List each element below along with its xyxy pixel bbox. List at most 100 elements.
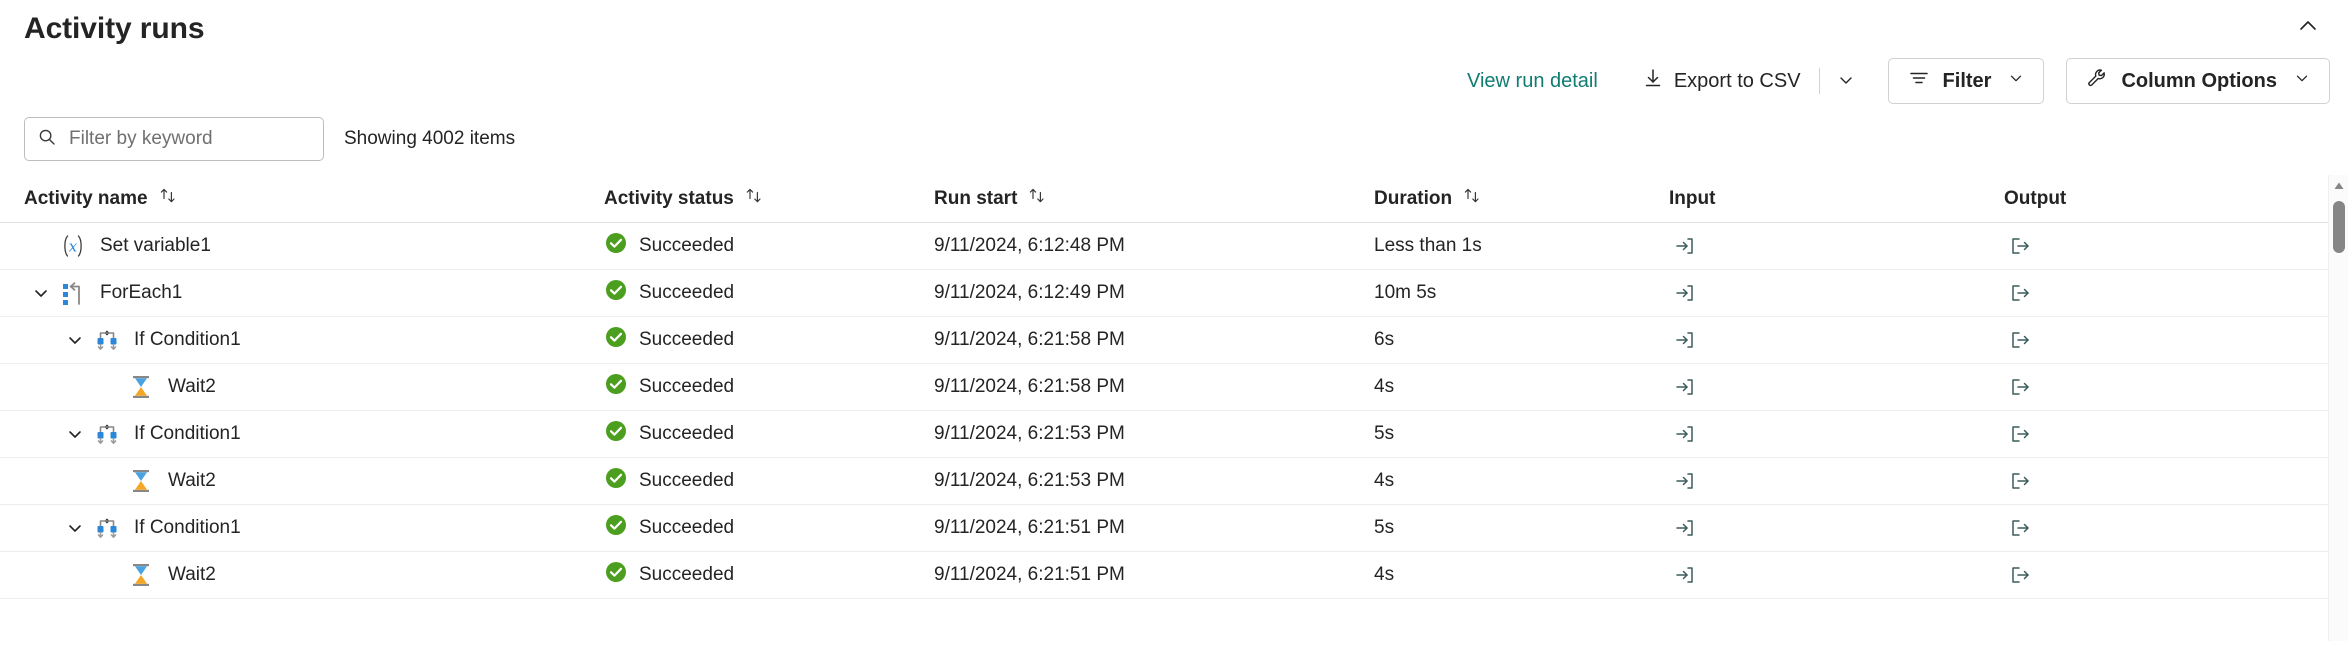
cell-activity-name[interactable]: Wait2	[24, 370, 604, 404]
output-arrow-icon[interactable]	[2004, 230, 2036, 262]
cell-activity-name[interactable]: If Condition1	[24, 417, 604, 451]
output-arrow-icon[interactable]	[2004, 512, 2036, 544]
cell-activity-status: Succeeded	[604, 466, 934, 496]
cell-duration: Less than 1s	[1374, 235, 1669, 257]
input-arrow-icon[interactable]	[1669, 230, 1701, 262]
activity-name-label[interactable]: If Condition1	[134, 329, 241, 351]
view-run-detail-button[interactable]: View run detail	[1457, 64, 1608, 99]
filter-button[interactable]: Filter	[1888, 58, 2045, 104]
table-row[interactable]: ForEach1 Succeeded 9/11/2024, 6:12:49 PM 10…	[0, 270, 2348, 317]
svg-text:x: x	[69, 238, 78, 256]
status-label: Succeeded	[639, 564, 734, 586]
table-row[interactable]: If Condition1 Succeeded9/11/2024, 6:21:58…	[0, 317, 2348, 364]
cell-activity-name[interactable]: If Condition1	[24, 511, 604, 545]
cell-output	[2004, 371, 2304, 403]
cell-activity-name[interactable]: If Condition1	[24, 323, 604, 357]
duration-value: 6s	[1374, 329, 1394, 351]
duration-value: Less than 1s	[1374, 235, 1482, 257]
table-row[interactable]: xSet variable1Succeeded9/11/2024, 6:12:4…	[0, 223, 2348, 270]
cell-duration: 6s	[1374, 329, 1669, 351]
input-arrow-icon[interactable]	[1669, 418, 1701, 450]
input-arrow-icon[interactable]	[1669, 277, 1701, 309]
activity-name-label[interactable]: Wait2	[168, 564, 216, 586]
activity-name-label[interactable]: If Condition1	[134, 423, 241, 445]
status-succeeded-icon	[604, 419, 628, 449]
table-row[interactable]: If Condition1 Succeeded 9/11/2024, 6:21:53…	[0, 411, 2348, 458]
column-header-label: Activity name	[24, 188, 148, 210]
column-header-duration[interactable]: Duration	[1374, 186, 1669, 212]
activity-name-label[interactable]: Wait2	[168, 470, 216, 492]
cell-duration: 4s	[1374, 376, 1669, 398]
scrollbar-thumb[interactable]	[2333, 201, 2345, 253]
export-to-csv-button[interactable]: Export to CSV	[1630, 59, 1813, 103]
sort-icon[interactable]	[744, 186, 764, 212]
activity-name-label[interactable]: Wait2	[168, 376, 216, 398]
table-row[interactable]: Wait2Succeeded9/11/2024, 6:21:53 PM4s	[0, 458, 2348, 505]
row-expander-chevron-down-icon[interactable]	[24, 276, 58, 310]
sort-icon[interactable]	[1027, 186, 1047, 212]
cell-activity-name[interactable]: x Set variable1	[24, 229, 604, 263]
table-row[interactable]: Wait2Succeeded9/11/2024, 6:21:51 PM4s	[0, 552, 2348, 599]
status-succeeded-icon	[604, 560, 628, 590]
row-expander-chevron-down-icon[interactable]	[58, 417, 92, 451]
column-options-button[interactable]: Column Options	[2066, 58, 2330, 104]
activity-name-label[interactable]: ForEach1	[100, 282, 182, 304]
run-start-value: 9/11/2024, 6:21:58 PM	[934, 329, 1125, 351]
status-succeeded-icon	[604, 372, 628, 402]
activity-runs-panel: Activity runs View run detail Export to …	[0, 0, 2348, 657]
cell-duration: 10m 5s	[1374, 282, 1669, 304]
filter-row: Showing 4002 items	[24, 117, 515, 161]
cell-activity-name[interactable]: Wait2	[24, 464, 604, 498]
sort-icon[interactable]	[158, 186, 178, 212]
sort-icon[interactable]	[1462, 186, 1482, 212]
cell-activity-status: Succeeded	[604, 325, 934, 355]
cell-duration: 5s	[1374, 423, 1669, 445]
cell-activity-name[interactable]: ForEach1	[24, 276, 604, 310]
cell-input	[1669, 324, 2004, 356]
activity-name-label[interactable]: Set variable1	[100, 235, 211, 257]
cell-activity-name[interactable]: Wait2	[24, 558, 604, 592]
input-arrow-icon[interactable]	[1669, 324, 1701, 356]
cell-activity-status: Succeeded	[604, 560, 934, 590]
output-arrow-icon[interactable]	[2004, 277, 2036, 309]
run-start-value: 9/11/2024, 6:12:49 PM	[934, 282, 1125, 304]
table-row[interactable]: Wait2Succeeded9/11/2024, 6:21:58 PM4s	[0, 364, 2348, 411]
vertical-scrollbar[interactable]	[2328, 175, 2348, 641]
cell-run-start: 9/11/2024, 6:21:58 PM	[934, 329, 1374, 351]
duration-value: 4s	[1374, 564, 1394, 586]
cell-input	[1669, 277, 2004, 309]
input-arrow-icon[interactable]	[1669, 465, 1701, 497]
column-header-activity-name[interactable]: Activity name	[24, 186, 604, 212]
output-arrow-icon[interactable]	[2004, 418, 2036, 450]
cell-run-start: 9/11/2024, 6:21:53 PM	[934, 470, 1374, 492]
scroll-up-arrow-icon[interactable]	[2329, 177, 2348, 195]
status-succeeded-icon	[604, 278, 628, 308]
search-box[interactable]	[24, 117, 324, 161]
search-icon	[37, 127, 57, 152]
export-to-csv-caret-button[interactable]	[1826, 63, 1866, 99]
row-expander-chevron-down-icon[interactable]	[58, 511, 92, 545]
search-input[interactable]	[67, 127, 311, 151]
status-label: Succeeded	[639, 282, 734, 304]
cell-output	[2004, 230, 2304, 262]
output-arrow-icon[interactable]	[2004, 324, 2036, 356]
input-arrow-icon[interactable]	[1669, 512, 1701, 544]
output-arrow-icon[interactable]	[2004, 371, 2036, 403]
input-arrow-icon[interactable]	[1669, 371, 1701, 403]
table-row[interactable]: If Condition1Succeeded9/11/2024, 6:21:51…	[0, 505, 2348, 552]
activity-name-label[interactable]: If Condition1	[134, 517, 241, 539]
output-arrow-icon[interactable]	[2004, 465, 2036, 497]
column-header-activity-status[interactable]: Activity status	[604, 186, 934, 212]
chevron-down-icon	[1836, 70, 1856, 93]
chevron-up-icon[interactable]	[2286, 8, 2330, 44]
input-arrow-icon[interactable]	[1669, 559, 1701, 591]
run-start-value: 9/11/2024, 6:21:53 PM	[934, 423, 1125, 445]
if-condition-icon	[92, 325, 122, 355]
output-arrow-icon[interactable]	[2004, 559, 2036, 591]
column-header-run-start[interactable]: Run start	[934, 186, 1374, 212]
cell-activity-status: Succeeded	[604, 372, 934, 402]
status-label: Succeeded	[639, 423, 734, 445]
row-expander-chevron-down-icon[interactable]	[58, 323, 92, 357]
chevron-down-icon	[2007, 69, 2025, 93]
table-header-row: Activity name Activity status	[0, 175, 2348, 223]
